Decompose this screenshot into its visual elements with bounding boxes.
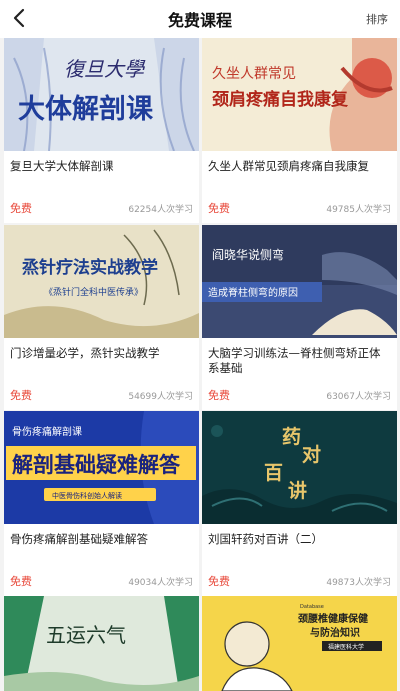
learner-count: 49034人次学习 (128, 578, 193, 588)
course-title[interactable]: 大脑学习训练法—脊柱侧弯矫正体系基础 (208, 346, 391, 376)
thumb-text-line: 五运六气 (46, 623, 126, 647)
course-title[interactable]: 骨伤疼痛解剖基础疑难解答 (10, 532, 193, 547)
thumb-text-line: 对 (302, 443, 321, 466)
learner-count: 49873人次学习 (326, 578, 391, 588)
course-thumbnail[interactable]: 药 对 百 讲 (202, 411, 397, 524)
price-label: 免费 (208, 202, 230, 215)
thumb-text-line: 烝针疗法实战教学 (22, 257, 158, 278)
learner-count: 54699人次学习 (128, 392, 193, 402)
course-card-lumbar-health[interactable]: Database 颈腰椎健康保健 与防治知识 福建医科大学 (202, 596, 397, 691)
course-card-five-movements[interactable]: 五运六气 (4, 596, 199, 691)
course-title[interactable]: 复旦大学大体解剖课 (10, 159, 193, 174)
thumb-text-line: 復旦大學 (64, 57, 146, 81)
course-thumbnail[interactable]: Database 颈腰椎健康保健 与防治知识 福建医科大学 (202, 596, 397, 691)
course-card-bone-pain[interactable]: 骨伤疼痛解剖课 解剖基础疑难解答 中医骨伤科创始人解读 骨伤疼痛解剖基础疑难解答… (4, 411, 199, 596)
learner-count: 49785人次学习 (326, 205, 391, 215)
top-bar: 免费课程 排序 (0, 0, 400, 38)
thumb-text-line: 骨伤疼痛解剖课 (12, 425, 82, 438)
course-thumbnail[interactable]: 烝针疗法实战教学 《烝针门全科中医传承》 (4, 225, 199, 338)
price-label: 免费 (208, 389, 230, 402)
price-label: 免费 (10, 202, 32, 215)
thumb-text-line: 大体解剖课 (18, 93, 154, 125)
price-label: 免费 (208, 575, 230, 588)
thumb-text-line: 讲 (288, 479, 307, 502)
thumb-text-line: 药 (282, 425, 301, 448)
thumb-text-line: 中医骨伤科创始人解读 (52, 491, 122, 500)
thumb-text-line: 颈腰椎健康保健 (297, 612, 368, 625)
course-card-neck-pain[interactable]: 久坐人群常见 颈肩疼痛自我康复 久坐人群常见颈肩疼痛自我康复 免费 49785人… (202, 38, 397, 223)
course-card-acupuncture[interactable]: 烝针疗法实战教学 《烝针门全科中医传承》 门诊增量必学，烝针实战教学 免费 54… (4, 225, 199, 410)
thumb-text-line: 颈肩疼痛自我康复 (212, 89, 349, 110)
learner-count: 63067人次学习 (326, 392, 391, 402)
price-label: 免费 (10, 575, 32, 588)
course-card-scoliosis[interactable]: 阎晓华说侧弯 造成脊柱侧弯的原因 大脑学习训练法—脊柱侧弯矫正体系基础 免费 6… (202, 225, 397, 410)
course-thumbnail[interactable]: 久坐人群常见 颈肩疼痛自我康复 (202, 38, 397, 151)
course-card-herb-pairs[interactable]: 药 对 百 讲 刘国轩药对百讲（二） 免费 49873人次学习 (202, 411, 397, 596)
thumb-text-line: 解剖基础疑难解答 (12, 453, 181, 477)
price-label: 免费 (10, 389, 32, 402)
course-thumbnail[interactable]: 五运六气 (4, 596, 199, 691)
thumb-text-line: 百 (264, 462, 283, 484)
thumb-text-line: 《烝针门全科中医传承》 (44, 286, 143, 298)
thumb-text-line: 阎晓华说侧弯 (212, 247, 284, 262)
thumb-text-line: 与防治知识 (310, 626, 360, 639)
sort-button[interactable]: 排序 (366, 11, 388, 27)
course-title[interactable]: 门诊增量必学，烝针实战教学 (10, 346, 193, 361)
course-title[interactable]: 久坐人群常见颈肩疼痛自我康复 (208, 159, 391, 174)
course-thumbnail[interactable]: 阎晓华说侧弯 造成脊柱侧弯的原因 (202, 225, 397, 338)
course-thumbnail[interactable]: 骨伤疼痛解剖课 解剖基础疑难解答 中医骨伤科创始人解读 (4, 411, 199, 524)
thumb-text-line: 久坐人群常见 (212, 66, 296, 82)
page-title: 免费课程 (167, 11, 232, 30)
thumb-text-line: 造成脊柱侧弯的原因 (208, 286, 298, 299)
course-card-anatomy[interactable]: 復旦大學 大体解剖课 复旦大学大体解剖课 免费 62254人次学习 (4, 38, 199, 223)
thumb-text-line: Database (300, 604, 324, 610)
course-title[interactable]: 刘国轩药对百讲（二） (208, 532, 391, 547)
back-arrow-icon[interactable] (8, 6, 32, 30)
course-thumbnail[interactable]: 復旦大學 大体解剖课 (4, 38, 199, 151)
learner-count: 62254人次学习 (128, 205, 193, 215)
thumb-text-line: 福建医科大学 (328, 643, 364, 651)
